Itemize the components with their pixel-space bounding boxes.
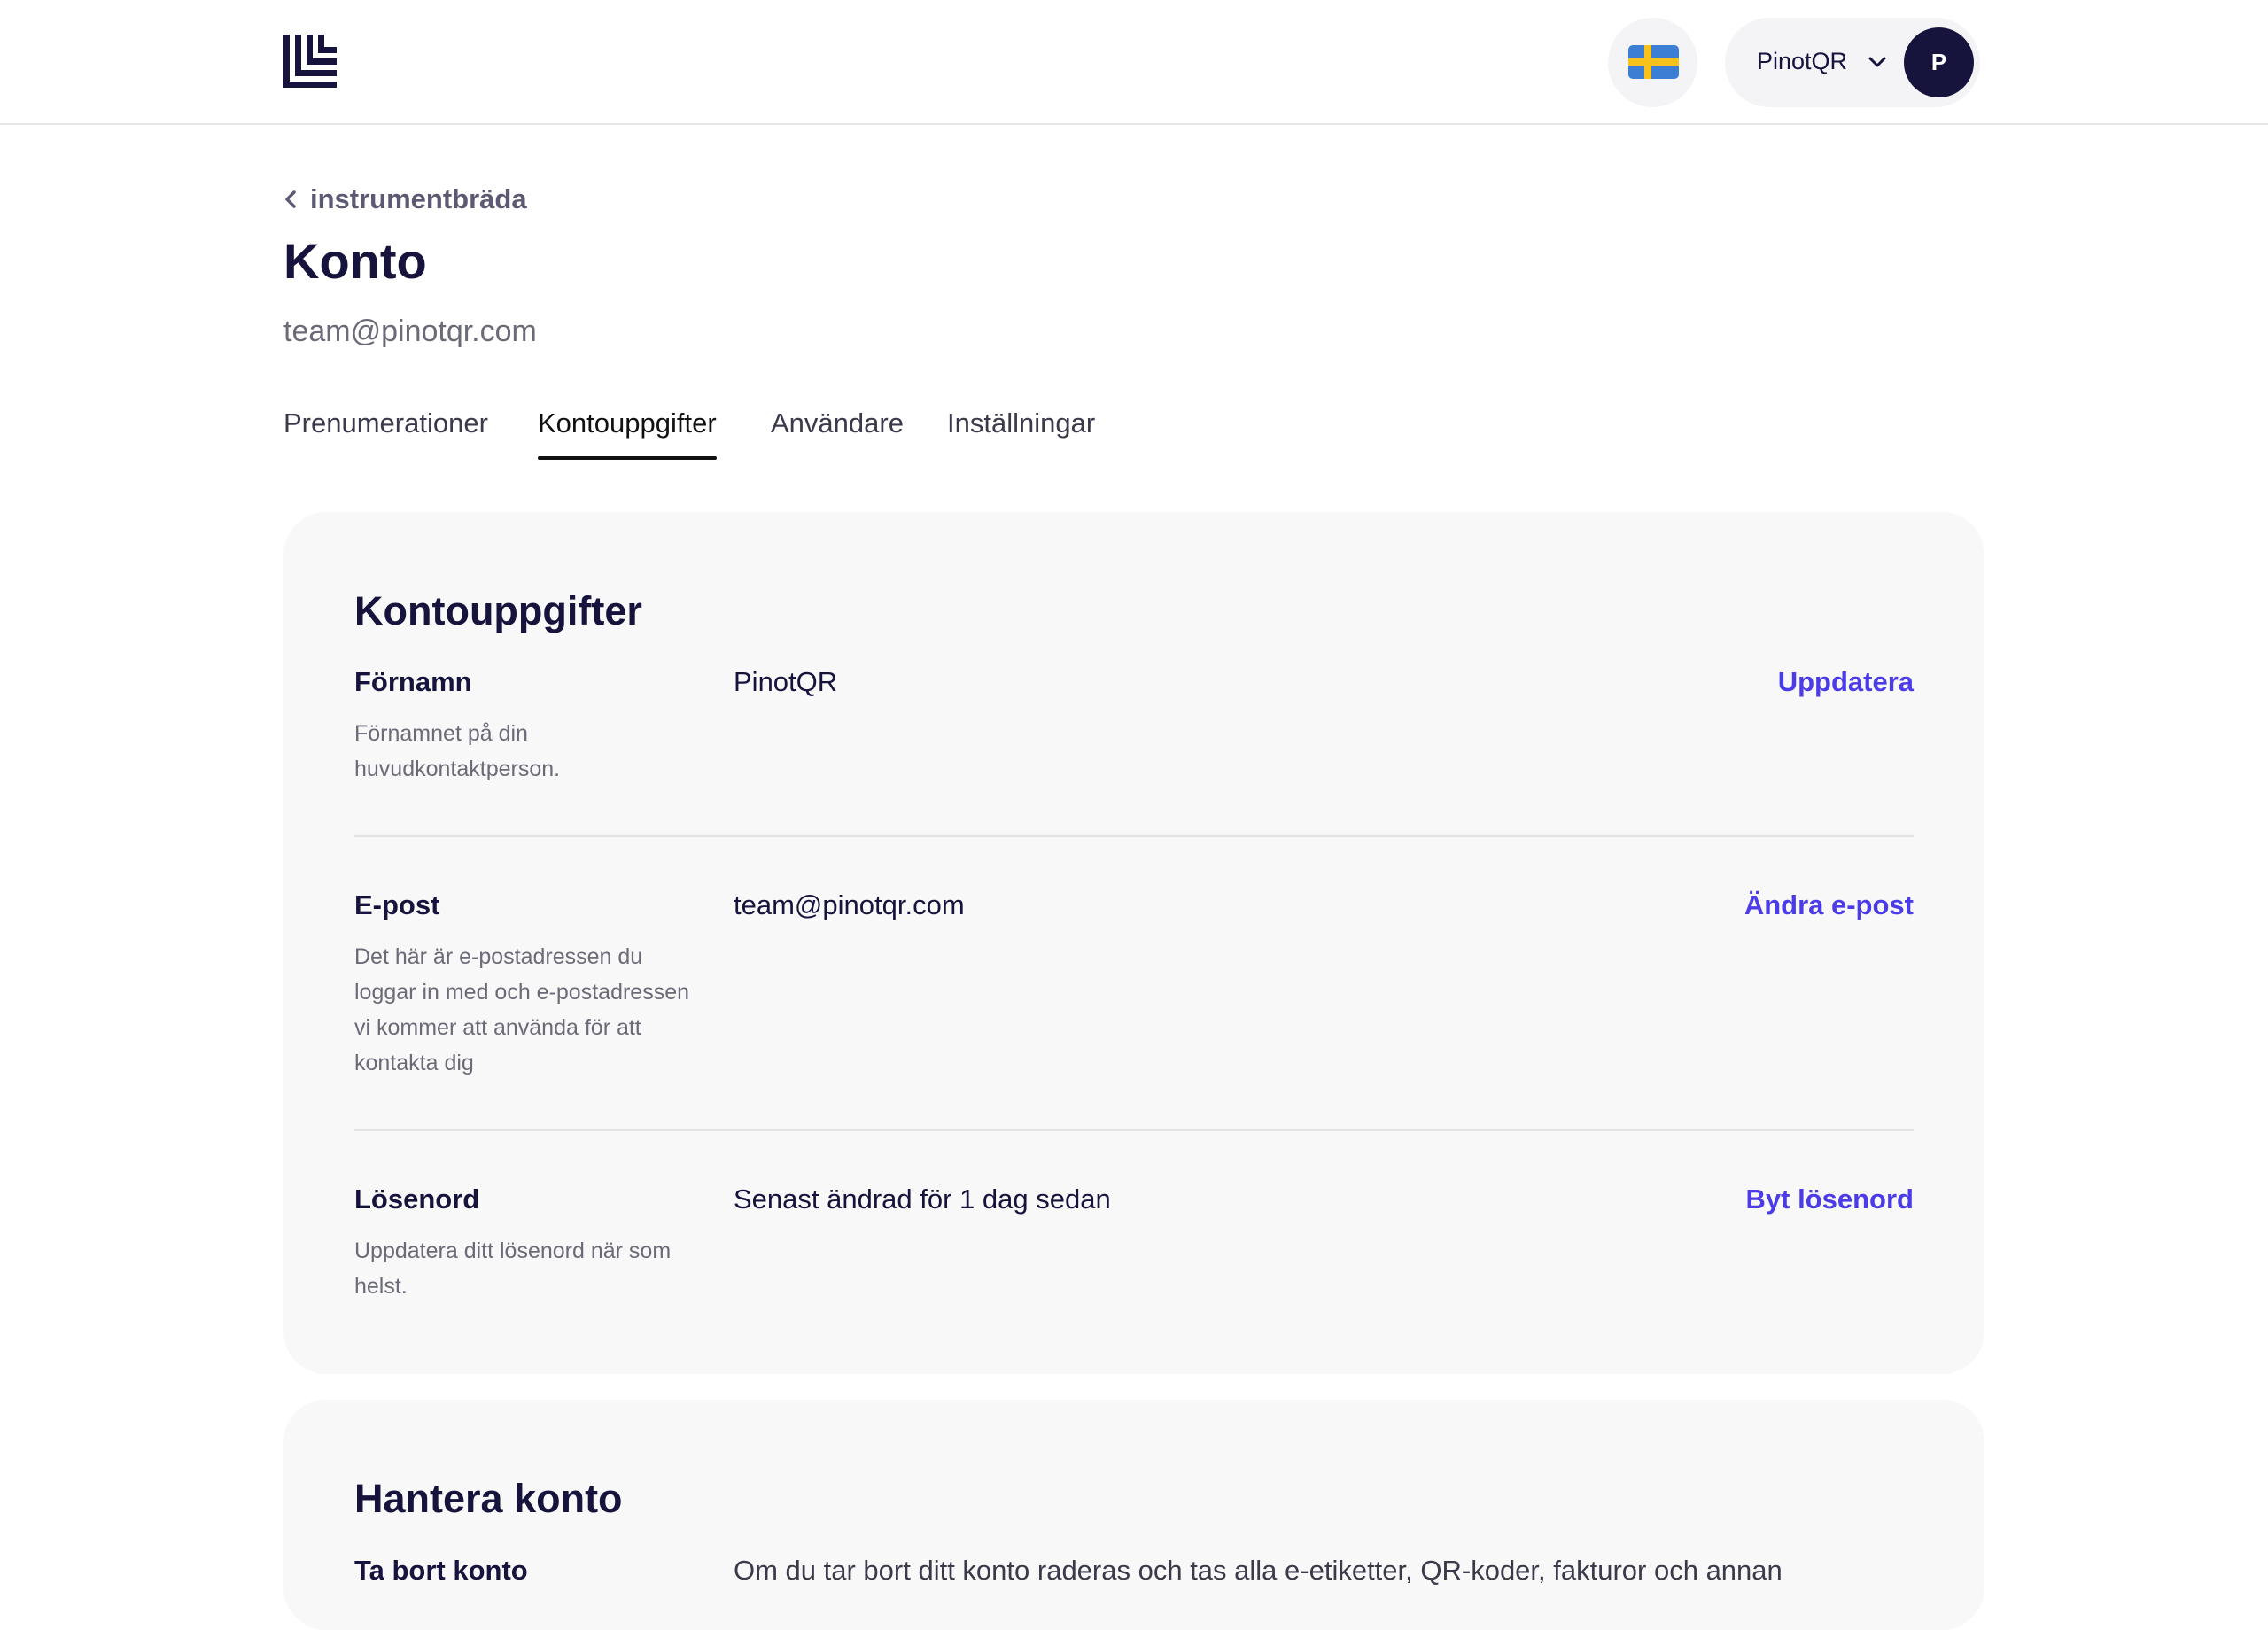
row-description: Uppdatera ditt lösenord när som helst. (354, 1238, 672, 1299)
row-value: PinotQR (734, 666, 838, 697)
row-label: Lösenord (354, 1184, 480, 1215)
top-header: PinotQR P (0, 0, 2268, 125)
row-label: E-post (354, 889, 440, 920)
tab-prenumerationer[interactable]: Prenumerationer (284, 408, 488, 439)
sweden-flag-icon (1628, 45, 1679, 79)
row-description: Förnamnet på din huvudkontaktperson. (354, 721, 561, 781)
avatar: P (1904, 27, 1974, 97)
delete-account-description: Om du tar bort ditt konto raderas och ta… (734, 1555, 1783, 1586)
chevron-left-icon (285, 190, 296, 208)
manage-account-card: Hantera konto Ta bort konto Om du tar bo… (284, 1400, 1984, 1630)
account-details-card: Kontouppgifter Förnamn Förnamnet på din … (284, 512, 1984, 1374)
app-logo-icon[interactable] (284, 35, 337, 88)
delete-account-label: Ta bort konto (354, 1555, 528, 1586)
change-email-link[interactable]: Ändra e-post (1744, 889, 1914, 921)
tab-kontouppgifter[interactable]: Kontouppgifter (538, 408, 717, 460)
page-subtitle-email: team@pinotqr.com (284, 314, 537, 348)
row-value: team@pinotqr.com (734, 889, 965, 920)
row-description: Det här är e-postadressen du loggar in m… (354, 944, 690, 1075)
row-value: Senast ändrad för 1 dag sedan (734, 1184, 1111, 1215)
back-link-label: instrumentbräda (310, 183, 527, 214)
tab-anvandare[interactable]: Användare (771, 408, 904, 439)
divider (354, 835, 1914, 837)
card-title: Kontouppgifter (354, 588, 642, 633)
account-name: PinotQR (1757, 48, 1848, 74)
change-password-link[interactable]: Byt lösenord (1746, 1184, 1914, 1215)
tab-installningar[interactable]: Inställningar (947, 408, 1095, 439)
page-title: Konto (284, 233, 427, 289)
account-menu-button[interactable]: PinotQR P (1725, 18, 1980, 107)
divider (354, 1129, 1914, 1131)
row-label: Förnamn (354, 666, 472, 697)
update-first-name-link[interactable]: Uppdatera (1778, 666, 1914, 698)
language-selector-button[interactable] (1608, 18, 1697, 107)
chevron-down-icon (1868, 57, 1886, 67)
back-link[interactable]: instrumentbräda (284, 182, 527, 217)
card-title: Hantera konto (354, 1476, 623, 1521)
